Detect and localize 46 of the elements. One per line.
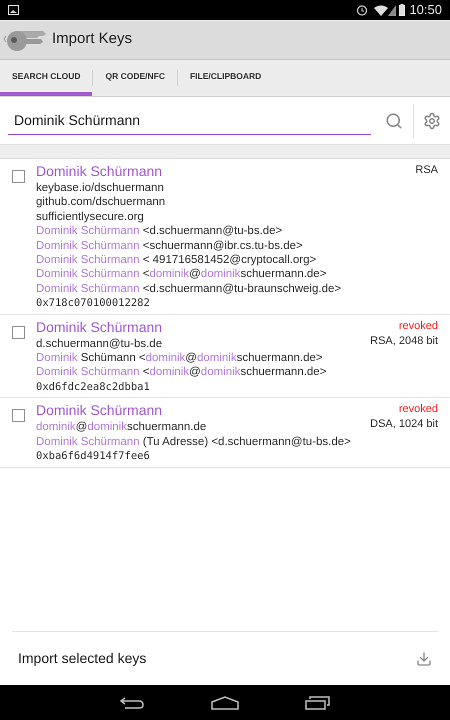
screen-title: Import Keys xyxy=(52,29,132,50)
algorithm: DSA, 1024 bit xyxy=(370,417,438,432)
user-id: Dominik Schürmann (Tu Adresse) <d.schuermann@tu-bs.de> xyxy=(36,434,352,450)
recent-apps-icon[interactable] xyxy=(305,696,331,710)
search-icon xyxy=(385,112,403,130)
key-list-item[interactable]: Dominik Schürmann d.schuermann@tu-bs.de Dominik Schümann <dominik@dominikschuermann.de> Dominik Schürmann <dominik@dominikschuermann.de> 0xd6fdc2ea8c2dbba1 revoked RSA, 2048 bit xyxy=(0,314,450,398)
user-id: Dominik Schürmann < 491716581452@cryptocall.org> xyxy=(36,253,318,268)
back-icon[interactable] xyxy=(119,696,145,710)
user-id: d.schuermann@tu-bs.de xyxy=(36,336,164,352)
user-id: Dominik Schümann <dominik@dominikschuermann.de> xyxy=(36,351,324,366)
user-id: Dominik Schürmann <schuermann@ibr.cs.tu-bs.de> xyxy=(36,238,304,254)
user-id: Dominik Schürmann <dominik@dominikschuermann.de> xyxy=(36,365,328,380)
user-id: github.com/dschuermann xyxy=(36,195,166,210)
user-id: Dominik Schürmann <d.schuermann@tu-braunschweig.de> xyxy=(36,282,342,296)
key-name: Dominik Schürmann xyxy=(36,401,164,420)
key-id: 0x718c070100012282 xyxy=(36,296,151,311)
signal-icon xyxy=(388,4,396,16)
checkbox[interactable] xyxy=(12,409,25,422)
user-id: Dominik Schürmann <dominik@dominikschuermann.de> xyxy=(36,267,328,282)
import-selected-button[interactable]: Import selected keys xyxy=(0,632,450,685)
home-icon[interactable] xyxy=(211,696,239,710)
key-id: 0xba6f6d4914f7fee6 xyxy=(36,449,151,464)
key-id: 0xd6fdc2ea8c2dbba1 xyxy=(36,380,151,394)
tab[interactable]: QR CODE/NFC xyxy=(93,60,177,96)
user-id: sufficientlysecure.org xyxy=(36,210,145,224)
key-list-item[interactable]: Dominik Schürmann dominik@dominikschuermann.de Dominik Schürmann (Tu Adresse) <d.schuermann@tu-bs.de> 0xba6f6d4914f7fee6 revoked DSA, 1024 bit xyxy=(0,398,450,468)
user-id: Dominik Schürmann <d.schuermann@tu-bs.de> xyxy=(36,224,284,239)
user-id: keybase.io/dschuermann xyxy=(36,181,165,196)
tab[interactable]: FILE/CLIPBOARD xyxy=(178,60,274,96)
algorithm: RSA xyxy=(415,163,438,177)
wifi-icon xyxy=(374,4,388,16)
checkbox[interactable] xyxy=(12,170,25,183)
user-id: dominik@dominikschuermann.de xyxy=(36,420,208,435)
revoked-label: revoked xyxy=(398,402,438,416)
checkbox[interactable] xyxy=(12,326,25,339)
key-name: Dominik Schürmann xyxy=(36,162,164,181)
battery-icon xyxy=(399,4,406,16)
revoked-label: revoked xyxy=(398,318,438,333)
image-icon xyxy=(8,5,19,15)
clock: 10:50 xyxy=(409,1,442,20)
alarm-icon xyxy=(356,4,368,16)
settings-icon xyxy=(423,112,441,130)
search-field[interactable]: Dominik Schürmann xyxy=(8,106,371,134)
download-icon xyxy=(416,650,432,666)
algorithm: RSA, 2048 bit xyxy=(370,334,438,348)
key-name: Dominik Schürmann xyxy=(36,318,164,337)
